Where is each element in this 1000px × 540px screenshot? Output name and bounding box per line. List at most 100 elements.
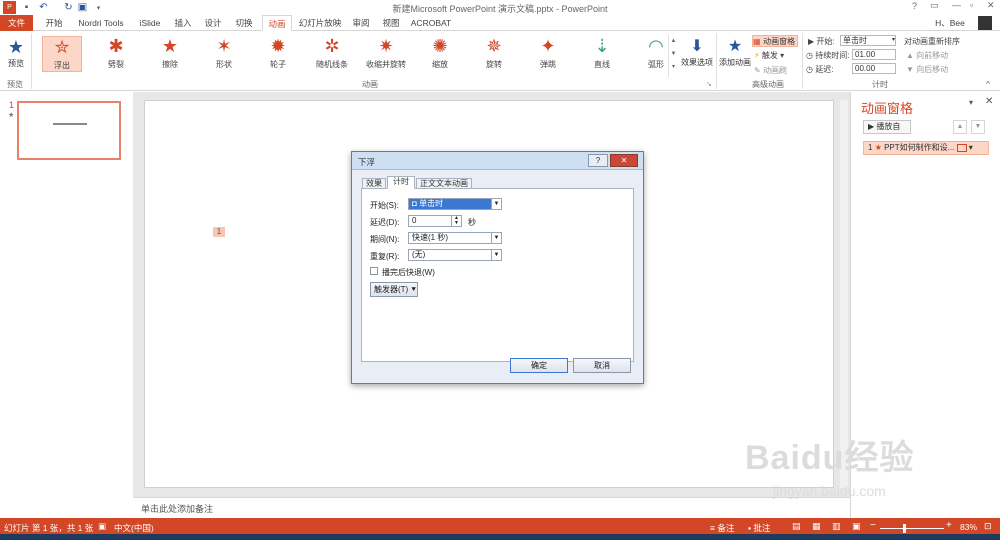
pane-options-icon[interactable]: ▾ bbox=[969, 98, 973, 107]
spellcheck-icon[interactable]: ▣ bbox=[98, 521, 106, 532]
slide-thumbnail[interactable] bbox=[17, 101, 121, 160]
tab-islide[interactable]: iSlide bbox=[134, 15, 166, 31]
repeat-dropdown[interactable]: (无) ▼ bbox=[408, 249, 502, 261]
normal-view-icon[interactable]: ▤ bbox=[792, 521, 801, 532]
effect-options-icon[interactable]: ⬇ bbox=[687, 36, 707, 56]
comments-toggle[interactable]: ▪ 批注 bbox=[748, 522, 770, 534]
ok-button[interactable]: 确定 bbox=[510, 358, 568, 373]
delay-field-label: 延迟(D): bbox=[370, 218, 400, 227]
animation-pane-title: 动画窗格 bbox=[861, 101, 914, 116]
effect-3[interactable]: ✶ 形状 bbox=[204, 36, 244, 72]
tab-transitions[interactable]: 切换 bbox=[230, 15, 258, 31]
zoom-slider[interactable] bbox=[880, 528, 944, 529]
slide-sorter-icon[interactable]: ▦ bbox=[812, 521, 821, 532]
notes-pane[interactable]: 单击此处添加备注 bbox=[133, 497, 850, 518]
tab-insert[interactable]: 插入 bbox=[170, 15, 196, 31]
tab-design[interactable]: 设计 bbox=[200, 15, 226, 31]
delay-spinner[interactable]: 0 ▲ ▼ bbox=[408, 215, 462, 227]
comment-icon: ▪ bbox=[748, 523, 752, 533]
effect-10[interactable]: ⇣ 直线 bbox=[582, 36, 622, 72]
rewind-checkbox-label[interactable]: 播完后快退(W) bbox=[382, 267, 435, 278]
language-status[interactable]: 中文(中国) bbox=[114, 522, 154, 534]
tab-view[interactable]: 视图 bbox=[378, 15, 404, 31]
effect-label: 弹跳 bbox=[540, 60, 556, 69]
add-animation-icon[interactable]: ★ bbox=[724, 36, 746, 56]
play-from-button[interactable]: ▶ 播放自 bbox=[863, 120, 911, 134]
move-earlier-button[interactable]: ▲ 向前移动 bbox=[906, 50, 948, 61]
maximize-icon[interactable]: ▫ bbox=[970, 0, 973, 10]
animation-list-item[interactable]: 1 ★ PPT如何制作和设... ▾ bbox=[863, 141, 989, 155]
tab-animations[interactable]: 动画 bbox=[262, 15, 292, 31]
move-later-button[interactable]: ▼ 向后移动 bbox=[906, 64, 948, 75]
help-button[interactable]: ? bbox=[912, 1, 917, 11]
zoom-out-icon[interactable]: − bbox=[870, 520, 876, 531]
close-icon[interactable]: ✕ bbox=[987, 0, 995, 11]
dialog-panel: 开始(S): ◘ 单击时 ▼ 延迟(D): 0 ▲ ▼ 秒 期间(N): 快速(1… bbox=[361, 188, 634, 362]
effect-8[interactable]: ✵ 旋转 bbox=[474, 36, 514, 72]
effect-7[interactable]: ✺ 缩放 bbox=[420, 36, 460, 72]
effect-star-icon: ★ bbox=[161, 36, 179, 56]
chevron-down-icon: ▾ bbox=[891, 37, 895, 43]
reading-view-icon[interactable]: ▥ bbox=[832, 521, 841, 532]
effect-0[interactable]: ✮ 浮出 bbox=[42, 36, 82, 72]
animation-tag[interactable]: 1 bbox=[213, 227, 225, 237]
effect-9[interactable]: ✦ 弹跳 bbox=[528, 36, 568, 72]
effect-star-icon: ✵ bbox=[486, 36, 502, 56]
dialog-close-button[interactable]: ✕ bbox=[610, 154, 638, 167]
item-dropdown-icon[interactable]: ▾ bbox=[969, 143, 973, 152]
add-animation-button[interactable]: 添加动画 bbox=[717, 57, 753, 68]
dialog-launcher-icon[interactable]: ↘ bbox=[706, 80, 712, 88]
zoom-slider-thumb[interactable] bbox=[903, 524, 906, 533]
move-up-icon[interactable]: ▲ bbox=[953, 120, 967, 134]
effect-2[interactable]: ★ 擦除 bbox=[150, 36, 190, 72]
animation-painter-label: 动画刷 bbox=[762, 66, 787, 75]
tab-nordri-tools[interactable]: Nordri Tools bbox=[72, 15, 130, 31]
move-down-icon[interactable]: ▼ bbox=[971, 120, 985, 134]
notes-toggle[interactable]: ≡ 备注 bbox=[710, 522, 734, 534]
effect-label: 直线 bbox=[594, 60, 610, 69]
start-field-label: 开始(S): bbox=[370, 201, 399, 210]
tab-file[interactable]: 文件 bbox=[0, 15, 33, 31]
dialog-help-button[interactable]: ? bbox=[588, 154, 608, 167]
trigger-dropdown-button[interactable]: 触发器(T) ⯆ bbox=[370, 282, 418, 297]
user-name[interactable]: H、Bee bbox=[930, 15, 970, 31]
effect-4[interactable]: ✹ 轮子 bbox=[258, 36, 298, 72]
tab-acrobat[interactable]: ACROBAT bbox=[408, 15, 454, 31]
rewind-checkbox[interactable] bbox=[370, 267, 378, 275]
spinner-arrows-icon[interactable]: ▲ ▼ bbox=[451, 216, 461, 226]
effect-1[interactable]: ✱ 劈裂 bbox=[96, 36, 136, 72]
fit-to-window-icon[interactable]: ⊡ bbox=[984, 521, 992, 532]
preview-icon[interactable]: ★ bbox=[6, 36, 26, 58]
animation-pane-button[interactable]: ▦ 动画窗格 bbox=[752, 35, 798, 47]
reorder-label: 对动画重新排序 bbox=[904, 37, 960, 46]
dialog-tab-timing[interactable]: 计时 bbox=[387, 176, 415, 189]
effect-11[interactable]: ◠ 弧形 bbox=[636, 36, 676, 72]
start-select[interactable]: 单击时 ▾ bbox=[840, 35, 896, 46]
effect-label: 浮出 bbox=[54, 61, 70, 70]
effect-star-icon: ✶ bbox=[216, 36, 232, 56]
tab-home[interactable]: 开始 bbox=[40, 15, 68, 31]
effect-6[interactable]: ✷ 收缩并旋转 bbox=[366, 36, 406, 72]
trigger-button[interactable]: ⚡ 触发 ▾ bbox=[754, 50, 784, 61]
tab-review[interactable]: 审阅 bbox=[348, 15, 374, 31]
collapse-ribbon-icon[interactable]: ^ bbox=[986, 80, 990, 89]
start-dropdown[interactable]: ◘ 单击时 ▼ bbox=[408, 198, 502, 210]
effect-options-button[interactable]: 效果选项 bbox=[679, 57, 715, 68]
repeat-field-label: 重复(R): bbox=[370, 252, 400, 261]
zoom-level[interactable]: 83% bbox=[960, 522, 977, 532]
animation-painter-button[interactable]: ✎ 动画刷 bbox=[754, 65, 787, 76]
minimize-icon[interactable]: — bbox=[952, 0, 961, 10]
pane-close-icon[interactable]: ✕ bbox=[985, 96, 993, 107]
period-dropdown[interactable]: 快速(1 秒) ▼ bbox=[408, 232, 502, 244]
zoom-in-icon[interactable]: + bbox=[946, 520, 952, 531]
avatar[interactable] bbox=[978, 16, 992, 30]
period-field-label: 期间(N): bbox=[370, 235, 400, 244]
preview-button[interactable]: 预览 bbox=[3, 58, 29, 69]
slideshow-icon[interactable]: ▣ bbox=[852, 521, 861, 532]
cancel-button[interactable]: 取消 bbox=[573, 358, 631, 373]
effect-5[interactable]: ✲ 随机线条 bbox=[312, 36, 352, 72]
tab-slideshow[interactable]: 幻灯片放映 bbox=[296, 15, 344, 31]
ribbon-display-icon[interactable]: ▭ bbox=[930, 0, 939, 11]
duration-input[interactable]: 01.00 bbox=[852, 49, 896, 60]
delay-input[interactable]: 00.00 bbox=[852, 63, 896, 74]
